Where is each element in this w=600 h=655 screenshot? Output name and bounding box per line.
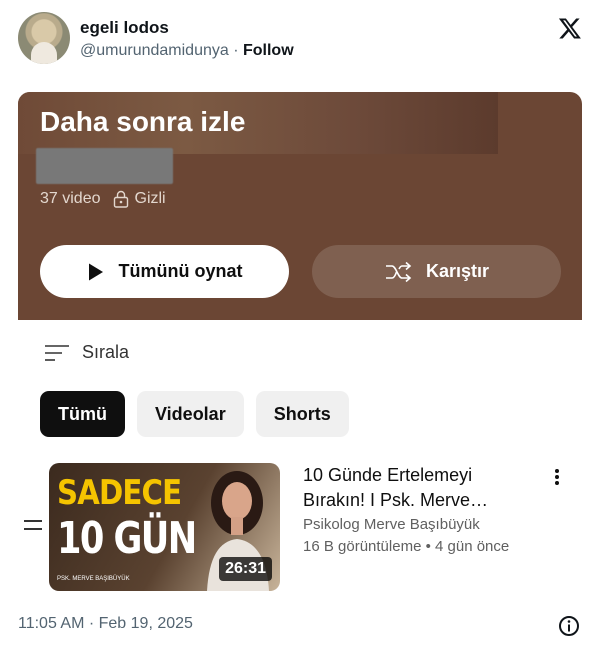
play-all-button[interactable]: Tümünü oynat xyxy=(40,245,289,298)
x-logo-icon[interactable] xyxy=(558,16,582,40)
video-thumbnail[interactable]: SADECE 10 GÜN PSK. MERVE BAŞIBÜYÜK 26:31 xyxy=(49,463,280,591)
play-icon xyxy=(88,263,103,280)
chip-all[interactable]: Tümü xyxy=(40,391,125,437)
playlist-title: Daha sonra izle xyxy=(40,106,246,137)
shuffle-icon xyxy=(385,261,412,282)
tweet-header: egeli lodos @umurundamidunya · Follow xyxy=(18,12,582,68)
drag-handle-icon[interactable] xyxy=(24,520,42,532)
redacted-owner-name xyxy=(36,148,173,184)
tweet-timestamp[interactable]: 11:05 AM · Feb 19, 2025 xyxy=(18,615,193,633)
video-stats: 16 B görüntüleme • 4 gün önce xyxy=(303,538,510,555)
filter-chips: Tümü Videolar Shorts xyxy=(40,391,349,437)
lock-icon xyxy=(113,190,128,208)
shuffle-button[interactable]: Karıştır xyxy=(312,245,561,298)
separator: · xyxy=(228,42,243,59)
video-count: 37 video xyxy=(40,190,101,207)
sort-label: Sırala xyxy=(82,342,130,362)
follow-button[interactable]: Follow xyxy=(243,42,294,59)
thumbnail-text-main: 10 GÜN xyxy=(57,513,197,564)
chip-videos[interactable]: Videolar xyxy=(137,391,244,437)
more-options-icon[interactable] xyxy=(550,467,564,487)
privacy-status: Gizli xyxy=(113,190,166,208)
author-block: egeli lodos @umurundamidunya · Follow xyxy=(80,18,294,62)
thumbnail-text-top: SADECE xyxy=(57,473,182,513)
shuffle-label: Karıştır xyxy=(425,261,490,281)
sort-button[interactable]: Sırala xyxy=(44,342,129,363)
author-handle[interactable]: @umurundamidunya xyxy=(80,42,229,59)
chip-shorts[interactable]: Shorts xyxy=(255,391,349,437)
author-name[interactable]: egeli lodos xyxy=(80,18,294,38)
playlist-meta: 37 video Gizli xyxy=(40,190,166,208)
thumbnail-caption: PSK. MERVE BAŞIBÜYÜK xyxy=(57,576,130,582)
sort-icon xyxy=(45,344,69,361)
video-title[interactable]: 10 Günde Ertelemeyi Bırakın! I Psk. Merv… xyxy=(303,463,535,513)
video-duration: 26:31 xyxy=(219,557,272,581)
info-icon[interactable] xyxy=(558,615,580,637)
play-all-label: Tümünü oynat xyxy=(118,261,243,281)
avatar[interactable] xyxy=(18,12,70,64)
privacy-label: Gizli xyxy=(134,190,166,207)
video-channel[interactable]: Psikolog Merve Başıbüyük xyxy=(303,516,535,533)
playlist-card: Daha sonra izle 37 video Gizli Tümünü oy… xyxy=(18,92,582,320)
author-line: @umurundamidunya · Follow xyxy=(80,40,294,62)
